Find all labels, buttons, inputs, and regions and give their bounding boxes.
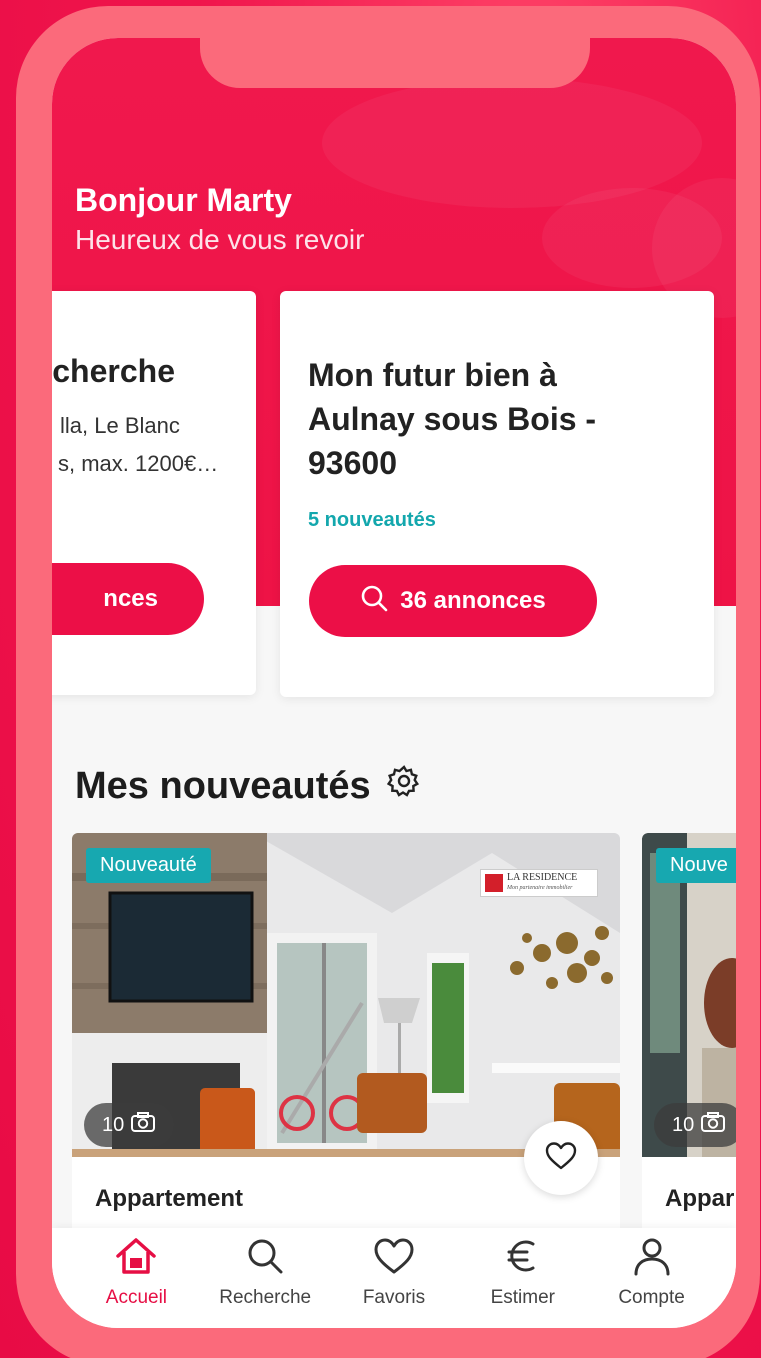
tab-favoris[interactable]: Favoris [334,1236,454,1328]
view-listings-label: nces [103,585,158,612]
section-title-text: Mes nouveautés [75,764,371,807]
listing-title: Appartement [95,1185,244,1212]
photo-count-badge: 10 [84,1103,175,1147]
tab-label: Recherche [219,1287,312,1308]
agency-logo-text: LA RESIDENCE Mon partenaire immobilier [507,873,577,893]
tab-recherche[interactable]: Recherche [205,1236,325,1328]
photo-count-badge: 10 [654,1103,736,1147]
view-listings-label: 36 annonces [400,587,546,614]
greeting-title: Bonjour Marty [75,182,292,218]
view-listings-button[interactable]: nces [52,563,204,635]
tab-label: Favoris [362,1287,426,1308]
saved-search-card[interactable]: recherche lla, Le Blanc s, max. 1200€… n… [52,291,256,695]
new-badge: Nouveauté [86,848,211,883]
camera-icon [130,1111,156,1139]
view-listings-button[interactable]: 36 annonces [309,565,597,637]
heart-icon [372,1236,416,1281]
tab-accueil[interactable]: Accueil [76,1236,196,1328]
listing-title: Appar [665,1185,735,1212]
tab-label: Accueil [105,1287,168,1308]
tab-label: Estimer [490,1287,555,1308]
saved-search-criteria: s, max. 1200€… [58,451,219,476]
saved-search-criteria: lla, Le Blanc [60,413,180,438]
agency-logo-name: LA RESIDENCE [507,872,578,883]
new-badge: Nouve [656,848,736,883]
search-icon [360,584,388,619]
tab-bar: Accueil Recherche Favoris Estimer Compte [52,1228,736,1328]
gear-icon[interactable] [386,764,421,808]
home-icon [114,1236,158,1281]
phone-notch [200,38,590,88]
photo-count: 10 [672,1113,695,1136]
camera-icon [700,1111,726,1139]
photo-count: 10 [102,1113,125,1136]
agency-logo-tagline: Mon partenaire immobilier [507,885,573,891]
euro-icon [501,1236,545,1281]
heart-icon [545,1141,577,1176]
favorite-button[interactable] [524,1121,598,1195]
listing-photo[interactable]: Nouve 10 [642,833,736,1157]
agency-logo: LA RESIDENCE Mon partenaire immobilier [480,869,598,897]
tab-compte[interactable]: Compte [592,1236,712,1328]
new-listings-count: 5 nouveautés [308,509,436,531]
agency-logo-mark [485,874,503,892]
saved-search-title: Mon futur bien à Aulnay sous Bois - 9360… [308,357,597,481]
saved-search-title: recherche [52,353,175,389]
listing-card[interactable]: Nouve 10 Appar [642,833,736,1233]
listing-photo[interactable]: Nouveauté LA RESIDENCE Mon partenaire im… [72,833,620,1157]
listing-card[interactable]: Nouveauté LA RESIDENCE Mon partenaire im… [72,833,620,1233]
greeting-subtitle: Heureux de vous revoir [75,224,365,255]
tab-estimer[interactable]: Estimer [463,1236,583,1328]
saved-search-card[interactable]: Mon futur bien à Aulnay sous Bois - 9360… [280,291,714,697]
search-icon [243,1236,287,1281]
app-screen: Bonjour Marty Heureux de vous revoir rec… [52,38,736,1328]
user-icon [630,1236,674,1281]
tab-label: Compte [618,1287,685,1308]
section-title: Mes nouveautés [75,764,421,808]
